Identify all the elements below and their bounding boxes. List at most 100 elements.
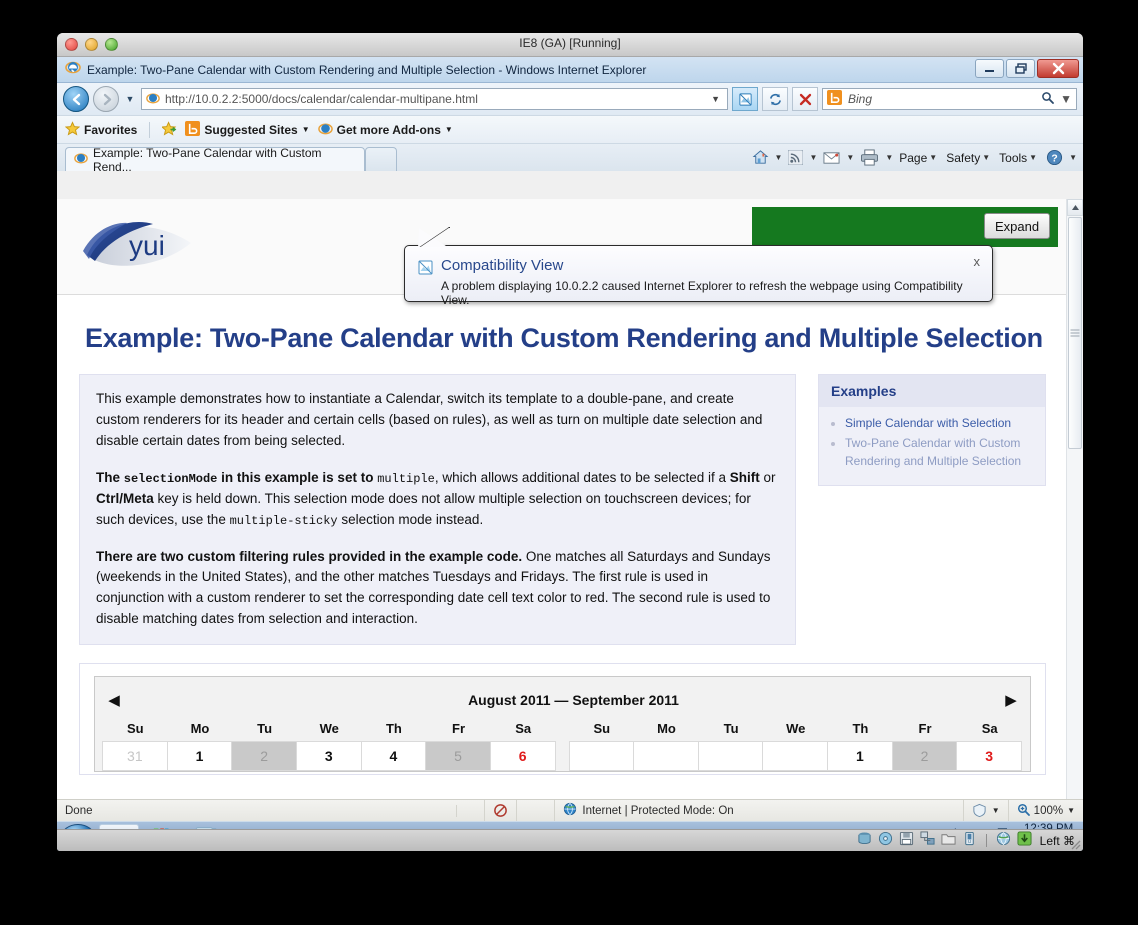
page-favicon [146,91,160,108]
refresh-button[interactable] [762,87,788,111]
restore-button[interactable] [1006,59,1035,78]
calendar-week-row: 31 1 2 3 4 5 6 [102,741,556,772]
suggested-sites-button[interactable]: Suggested Sites ▼ [185,120,310,139]
expand-button[interactable]: Expand [984,213,1050,239]
close-icon[interactable]: x [974,254,981,269]
security-zone[interactable]: Internet | Protected Mode: On [555,800,964,821]
date-cell[interactable]: 31 [102,741,168,772]
tools-menu-button[interactable]: Tools ▼ [996,149,1040,167]
date-cell[interactable]: 4 [360,741,427,772]
chevron-down-icon[interactable]: ▼ [929,153,937,162]
vertical-scrollbar[interactable] [1066,199,1083,821]
scroll-up-button[interactable] [1067,199,1083,216]
back-button[interactable] [63,86,89,112]
chevron-down-icon[interactable]: ▼ [846,153,854,162]
shared-folder-icon[interactable] [941,831,956,851]
chevron-down-icon[interactable]: ▼ [708,94,723,104]
date-cell: 5 [425,741,491,772]
list-item[interactable]: Two-Pane Calendar with Custom Rendering … [845,435,1033,470]
yui-logo[interactable]: yui [81,215,196,275]
intro-paragraph-3: There are two custom filtering rules pro… [96,548,771,627]
minimize-button[interactable] [975,59,1004,78]
chevron-down-icon[interactable]: ▼ [1067,806,1075,815]
mail-button[interactable] [820,149,843,167]
resize-grip[interactable] [1069,837,1081,850]
scrollbar-thumb[interactable] [1068,217,1082,449]
get-more-addons-button[interactable]: Get more Add-ons ▼ [317,121,453,139]
favorites-bar: Favorites Suggested Sites ▼ Get more Add… [57,115,1083,143]
status-bar: Done Internet | Protected Mode: On ▼ 100… [57,799,1083,821]
date-cell[interactable]: 3 [295,741,362,772]
date-cell[interactable]: 1 [827,741,893,772]
display-icon[interactable] [996,831,1011,851]
internet-zone-icon [563,802,577,819]
vm-title: IE8 (GA) [Running] [519,36,621,50]
harddisk-icon[interactable] [857,831,872,851]
chevron-down-icon[interactable]: ▼ [445,125,453,134]
chevron-down-icon[interactable]: ▼ [809,153,817,162]
zoom-control[interactable]: 100% ▼ [1009,803,1083,819]
chevron-down-icon[interactable]: ▼ [992,806,1000,815]
cd-icon[interactable] [878,831,893,851]
close-button[interactable] [1037,59,1079,78]
feeds-button[interactable] [785,148,806,167]
day-name: Mo [657,721,676,737]
calendar-container: ◀ August 2011 — September 2011 ▶ Su Mo T… [79,663,1046,776]
favorites-button[interactable]: Favorites [64,120,138,139]
day-name-row: Su Mo Tu We Th Fr Sa [570,717,1023,742]
calendar-pane-september: Su Mo Tu We Th Fr Sa 1 2 3 [568,717,1023,772]
forward-button[interactable] [93,86,119,112]
chevron-down-icon[interactable]: ▼ [302,125,310,134]
search-icon[interactable] [1041,91,1055,107]
browser-tab[interactable]: Example: Two-Pane Calendar with Custom R… [65,146,365,174]
address-bar: ▼ http://10.0.2.2:5000/docs/calendar/cal… [57,83,1083,115]
help-button[interactable]: ? [1043,147,1066,168]
day-name: We [319,721,339,737]
date-cell[interactable]: 1 [166,741,233,772]
ie-window: Example: Two-Pane Calendar with Custom R… [57,57,1083,851]
usb-icon[interactable]: U [962,831,977,851]
day-name: We [786,721,806,737]
chevron-down-icon[interactable]: ▼ [1069,153,1077,162]
print-button[interactable] [857,147,882,168]
chevron-down-icon[interactable]: ▼ [1029,153,1037,162]
list-item[interactable]: Simple Calendar with Selection [845,415,1033,432]
date-cell[interactable]: 3 [956,741,1022,772]
add-to-favorites-icon[interactable] [161,120,177,139]
prev-month-arrow-icon[interactable]: ◀ [103,691,125,709]
search-input[interactable]: Bing ▼ [822,88,1077,110]
window-controls[interactable] [975,59,1079,78]
next-month-arrow-icon[interactable]: ▶ [1000,691,1022,709]
example-link-two-pane[interactable]: Two-Pane Calendar with Custom Rendering … [845,436,1021,467]
address-input[interactable]: http://10.0.2.2:5000/docs/calendar/calen… [141,88,728,110]
stop-button[interactable] [792,87,818,111]
capture-icon[interactable] [1017,830,1032,851]
tab-bar: Example: Two-Pane Calendar with Custom R… [57,143,1083,174]
address-input-value: http://10.0.2.2:5000/docs/calendar/calen… [165,92,478,106]
zoom-icon [1017,803,1030,819]
chevron-down-icon[interactable]: ▼ [982,153,990,162]
safety-menu-button[interactable]: Safety ▼ [943,149,993,167]
new-tab-button[interactable] [365,147,397,171]
star-icon [64,120,81,139]
favorites-label: Favorites [84,122,138,137]
floppy-icon[interactable] [899,831,914,851]
compatibility-view-button[interactable] [732,87,758,111]
date-cell: 2 [891,741,958,772]
history-dropdown-icon[interactable]: ▼ [123,94,137,104]
date-cell[interactable]: 6 [489,741,556,772]
home-button[interactable] [749,147,772,168]
privacy-icon[interactable]: ▼ [964,800,1009,821]
status-spacer-2 [517,800,556,821]
ie-titlebar: Example: Two-Pane Calendar with Custom R… [57,57,1083,83]
page-menu-button[interactable]: Page ▼ [896,149,940,167]
chevron-down-icon[interactable]: ▼ [885,153,893,162]
network-icon[interactable] [920,830,935,851]
chevron-down-icon[interactable]: ▼ [775,153,783,162]
intro-paragraph-1: This example demonstrates how to instant… [96,391,763,448]
suggested-sites-label: Suggested Sites [204,122,298,137]
example-link-simple[interactable]: Simple Calendar with Selection [845,416,1011,430]
search-dropdown-icon[interactable]: ▼ [1060,92,1072,106]
day-name-row: Su Mo Tu We Th Fr Sa [103,717,556,742]
intro-panel: This example demonstrates how to instant… [79,374,796,646]
